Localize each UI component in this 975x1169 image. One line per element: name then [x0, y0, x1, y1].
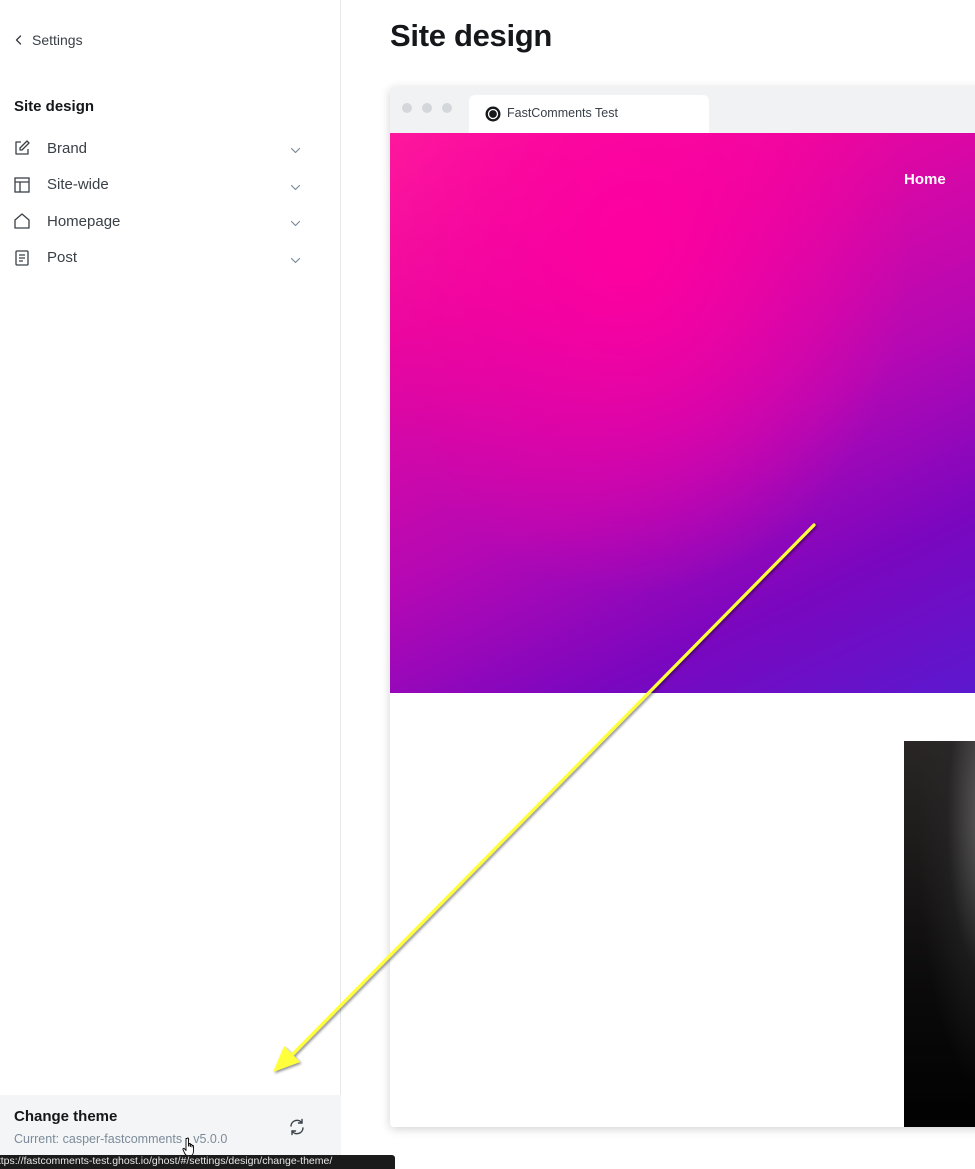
settings-sidebar: Settings Site design Brand Site-wide Hom…	[0, 0, 341, 1166]
home-icon	[13, 212, 31, 230]
nav-item-label: Brand	[47, 139, 88, 157]
link-url-text: https://fastcomments-test.ghost.io/ghost…	[0, 1155, 333, 1167]
preview-hero-header: Home	[390, 133, 975, 693]
chevron-down-icon	[290, 143, 301, 154]
chevron-left-icon	[14, 32, 24, 48]
chevron-down-icon	[290, 180, 301, 191]
chevron-down-icon	[290, 253, 301, 264]
pencil-square-icon	[13, 139, 31, 157]
nav-item-homepage[interactable]: Homepage	[0, 203, 341, 240]
change-theme-title: Change theme	[14, 1108, 118, 1125]
document-icon	[13, 249, 31, 267]
link-url-tooltip: https://fastcomments-test.ghost.io/ghost…	[0, 1155, 395, 1169]
back-to-settings-link[interactable]: Settings	[14, 30, 83, 50]
nav-item-label: Post	[47, 249, 78, 267]
nav-item-brand[interactable]: Brand	[0, 130, 341, 167]
section-title: Site design	[14, 98, 95, 115]
design-nav: Brand Site-wide Homepage Post	[0, 130, 341, 276]
window-dot	[442, 103, 452, 113]
page-title: Site design	[390, 18, 553, 53]
window-dot	[422, 103, 432, 113]
back-label: Settings	[32, 32, 83, 48]
preview-content-area	[390, 693, 975, 1127]
preview-tab-title: FastComments Test	[507, 106, 618, 120]
layout-icon	[13, 176, 31, 194]
chevron-down-icon	[290, 216, 301, 227]
preview-nav-home-link[interactable]: Home	[904, 171, 946, 188]
preview-browser-tab: FastComments Test	[469, 95, 709, 133]
window-controls	[402, 103, 452, 113]
nav-item-post[interactable]: Post	[0, 240, 341, 277]
nav-item-label: Site-wide	[47, 176, 109, 194]
nav-item-site-wide[interactable]: Site-wide	[0, 167, 341, 204]
site-favicon-icon	[485, 106, 501, 122]
window-dot	[402, 103, 412, 113]
site-preview-frame: FastComments Test Home	[390, 87, 975, 1127]
nav-item-label: Homepage	[47, 212, 121, 230]
preview-feature-image	[904, 741, 975, 1127]
refresh-icon[interactable]	[287, 1117, 307, 1137]
